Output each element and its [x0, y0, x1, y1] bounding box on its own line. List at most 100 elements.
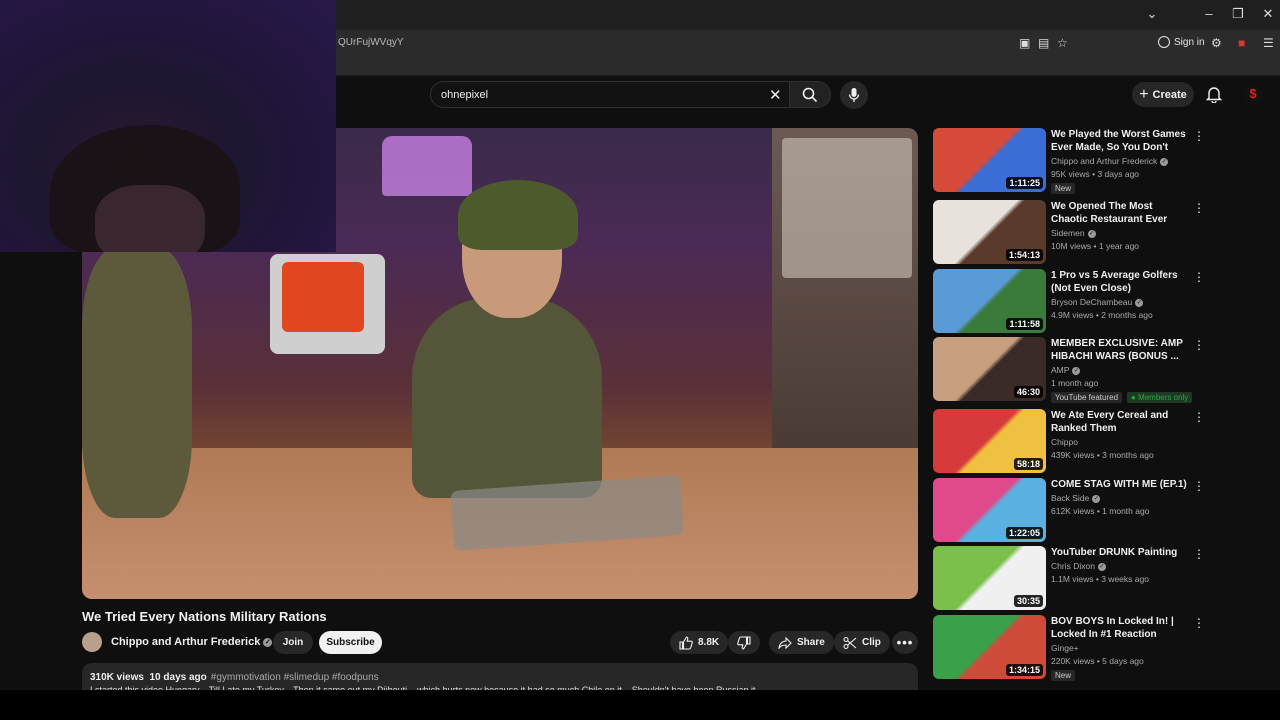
microphone-icon [848, 88, 860, 102]
recommendation-channel-name: Bryson DeChambeau [1051, 297, 1133, 307]
browser-sign-in-button[interactable]: Sign in [1158, 36, 1205, 48]
recommendation-thumbnail[interactable]: 1:34:15 [933, 615, 1046, 679]
recommendation-channel[interactable]: Ginge+ [1051, 643, 1079, 653]
close-window-icon[interactable]: ✕ [1258, 6, 1278, 22]
recommendation-item[interactable]: 46:30 MEMBER EXCLUSIVE: AMP HIBACHI WARS … [933, 337, 1223, 403]
like-count: 8.8K [698, 637, 720, 648]
verified-check-icon: ✓ [1135, 299, 1144, 307]
extension-badge-icon[interactable]: ■ [1238, 36, 1245, 50]
recommendation-meta: 10M views • 1 year ago [1051, 241, 1140, 251]
recommendation-channel[interactable]: Chippo [1051, 437, 1078, 447]
recommendation-channel-name: Sidemen [1051, 228, 1085, 238]
recommendation-thumbnail[interactable]: 1:11:58 [933, 269, 1046, 333]
join-button[interactable]: Join [273, 631, 313, 654]
screen: ⌄ – ❐ ✕ QUrFujWVqyY ▣ ▤ ☆ Sign in ⚙ ■ ☰ … [0, 0, 1280, 720]
recommendation-item[interactable]: 1:54:13 We Opened The Most Chaotic Restau… [933, 200, 1223, 266]
recommendation-channel[interactable]: AMP ✓ [1051, 365, 1081, 375]
recommendation-title[interactable]: MEMBER EXCLUSIVE: AMP HIBACHI WARS (BONU… [1051, 337, 1191, 363]
cast-icon[interactable]: ▤ [1038, 36, 1049, 50]
recommendation-title[interactable]: We Opened The Most Chaotic Restaurant Ev… [1051, 200, 1191, 226]
video-duration: 1:11:58 [1006, 318, 1043, 330]
upload-age: 10 days ago [149, 672, 207, 683]
voice-search-button[interactable] [840, 81, 868, 109]
more-options-icon[interactable]: ⋮ [1193, 130, 1205, 142]
clear-search-icon[interactable]: ✕ [769, 86, 782, 104]
more-options-icon[interactable]: ⋮ [1193, 617, 1205, 629]
recommendation-thumbnail[interactable]: 58:18 [933, 409, 1046, 473]
recommendation-channel-name: Chippo and Arthur Frederick [1051, 156, 1158, 166]
video-duration: 30:35 [1013, 595, 1043, 607]
person-center [412, 298, 602, 498]
view-count: 310K views [90, 672, 144, 683]
picture-in-picture-icon[interactable]: ▣ [1019, 36, 1030, 50]
verified-check-icon: ✓ [1087, 230, 1096, 238]
more-options-icon[interactable]: ⋮ [1193, 411, 1205, 423]
recommendation-badge: New [1051, 183, 1076, 194]
recommendation-channel-name: Chris Dixon [1051, 561, 1095, 571]
bookmark-star-icon[interactable]: ☆ [1057, 36, 1068, 50]
camo-cap [458, 180, 578, 250]
recommendation-thumbnail[interactable]: 30:35 [933, 546, 1046, 610]
thumbs-up-icon [679, 635, 693, 650]
recommendation-channel[interactable]: Chippo and Arthur Frederick ✓ [1051, 156, 1169, 166]
recommendation-title[interactable]: BOV BOYS In Locked In! | Locked In #1 Re… [1051, 615, 1191, 641]
share-button[interactable]: Share [769, 631, 834, 654]
recommendation-title[interactable]: 1 Pro vs 5 Average Golfers (Not Even Clo… [1051, 269, 1191, 295]
dislike-button[interactable] [728, 631, 760, 654]
search-input[interactable]: ohnepixel ✕ [430, 81, 790, 108]
description-stats: 310K views 10 days ago #gymmotivation #sl… [90, 672, 379, 683]
more-options-icon[interactable]: ⋮ [1193, 480, 1205, 492]
world-map-poster [782, 138, 912, 278]
account-avatar[interactable]: $ [1243, 84, 1263, 104]
recommendation-item[interactable]: 58:18 We Ate Every Cereal and Ranked Them… [933, 409, 1223, 475]
verified-check-icon: ✓ [263, 638, 273, 647]
recommendation-item[interactable]: 1:11:25 We Played the Worst Games Ever Ma… [933, 128, 1223, 194]
recommendation-thumbnail[interactable]: 1:54:13 [933, 200, 1046, 264]
recommendation-channel[interactable]: Bryson DeChambeau ✓ [1051, 297, 1144, 307]
more-options-icon[interactable]: ⋮ [1193, 202, 1205, 214]
channel-name[interactable]: Chippo and Arthur Frederick ✓ [111, 636, 273, 648]
share-label: Share [797, 637, 825, 648]
recommendation-item[interactable]: 1:34:15 BOV BOYS In Locked In! | Locked I… [933, 615, 1223, 681]
notifications-bell-icon[interactable] [1206, 86, 1222, 103]
search-query: ohnepixel [441, 89, 489, 101]
recommendation-item[interactable]: 1:22:05 COME STAG WITH ME (EP.1) Back Side… [933, 478, 1223, 544]
recommendation-title[interactable]: YouTuber DRUNK Painting [1051, 546, 1191, 559]
recommendation-title[interactable]: We Played the Worst Games Ever Made, So … [1051, 128, 1191, 154]
browser-menu-icon[interactable]: ☰ [1263, 36, 1274, 50]
minimize-icon[interactable]: – [1199, 6, 1219, 21]
restore-icon[interactable]: ❐ [1228, 6, 1248, 22]
recommendation-channel[interactable]: Back Side ✓ [1051, 493, 1101, 503]
like-button[interactable]: 8.8K [670, 631, 729, 654]
video-duration: 1:54:13 [1005, 249, 1043, 261]
recommendation-meta: 612K views • 1 month ago [1051, 506, 1150, 516]
create-label: Create [1152, 88, 1187, 101]
recommendation-title[interactable]: COME STAG WITH ME (EP.1) [1051, 478, 1191, 491]
lamp [382, 136, 472, 196]
recommendation-thumbnail[interactable]: 46:30 [933, 337, 1046, 401]
recommendation-meta: 1 month ago [1051, 378, 1099, 388]
recommendation-item[interactable]: 1:11:58 1 Pro vs 5 Average Golfers (Not E… [933, 269, 1223, 335]
recommendation-channel[interactable]: Chris Dixon ✓ [1051, 561, 1106, 571]
recommendation-thumbnail[interactable]: 1:11:25 [933, 128, 1046, 192]
recommendation-item[interactable]: 30:35 YouTuber DRUNK Painting Chris Dixon ✓… [933, 546, 1223, 612]
hashtags[interactable]: #gymmotivation #slimedup #foodpuns [211, 672, 379, 683]
more-actions-button[interactable]: ••• [892, 631, 918, 654]
search-icon [802, 87, 818, 103]
create-button[interactable]: + Create [1132, 82, 1194, 107]
recommendation-thumbnail[interactable]: 1:22:05 [933, 478, 1046, 542]
more-options-icon[interactable]: ⋮ [1193, 548, 1205, 560]
recommendation-title[interactable]: We Ate Every Cereal and Ranked Them [1051, 409, 1191, 435]
recommendation-meta: 439K views • 3 months ago [1051, 450, 1154, 460]
more-options-icon[interactable]: ⋮ [1193, 271, 1205, 283]
channel-avatar[interactable] [82, 632, 102, 652]
tab-list-chevron-icon[interactable]: ⌄ [1142, 6, 1162, 22]
clip-button[interactable]: Clip [834, 631, 890, 654]
more-options-icon[interactable]: ⋮ [1193, 339, 1205, 351]
extensions-icon[interactable]: ⚙ [1211, 36, 1222, 50]
search-button[interactable] [789, 81, 831, 108]
subscribe-button[interactable]: Subscribe [319, 631, 382, 654]
url-text[interactable]: QUrFujWVqyY [338, 37, 404, 48]
verified-check-icon: ✓ [1097, 563, 1106, 571]
recommendation-channel[interactable]: Sidemen ✓ [1051, 228, 1096, 238]
